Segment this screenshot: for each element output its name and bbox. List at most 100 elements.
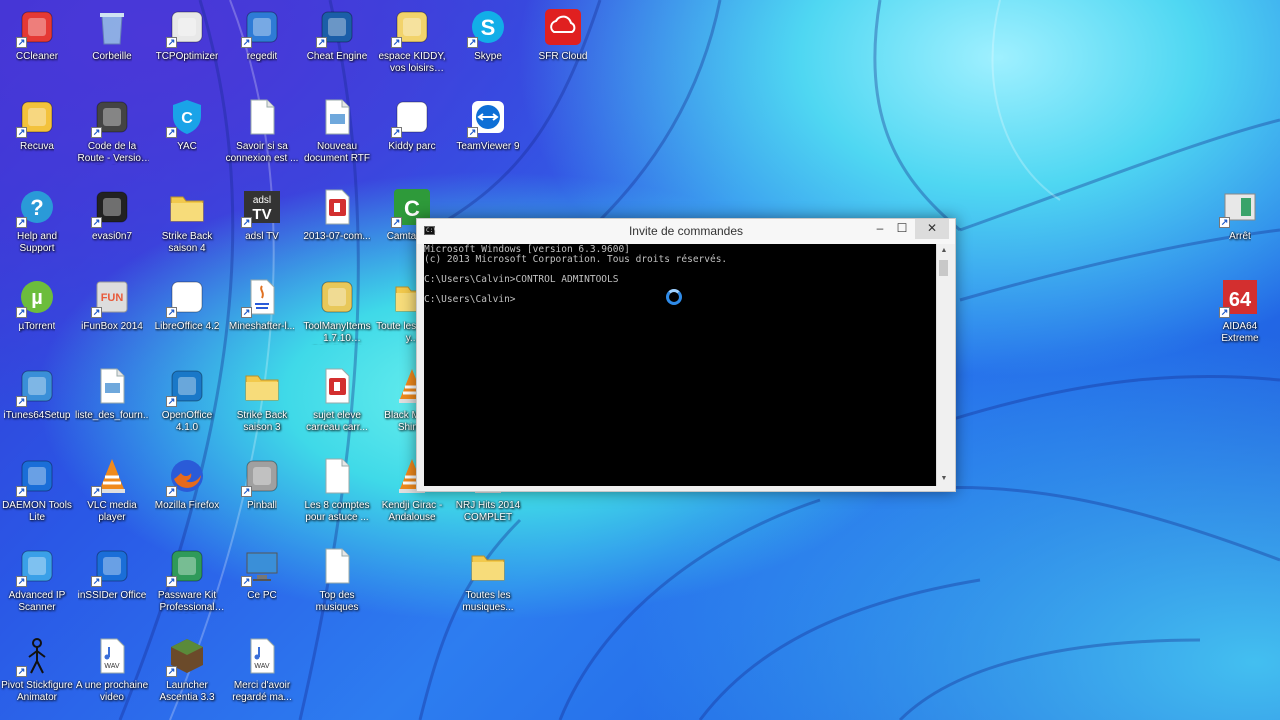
vlc-icon: ↗ (91, 455, 133, 497)
desktop-icon-label: Corbeille (92, 51, 132, 62)
desktop-icon[interactable]: ↗ Advanced IP Scanner (0, 539, 74, 625)
desktop-icon[interactable]: Strike Back saison 4 (150, 180, 224, 266)
desktop-icon[interactable]: ↗ DAEMON Tools Lite (0, 449, 74, 535)
scroll-up-button[interactable]: ▲ (937, 244, 951, 258)
desktop-icon-label: Pinball (246, 500, 278, 511)
desktop-icon[interactable]: Les 8 comptes pour astuce ... (300, 449, 374, 535)
command-prompt-window[interactable]: C:\ Invite de commandes – ☐ ✕ Microsoft … (416, 218, 956, 492)
desktop-icon[interactable]: ↗ regedit (225, 0, 299, 86)
desktop-icon-label: Code de la Route - Version Evalu... (77, 141, 147, 164)
desktop-icon-label: iTunes64Setup (3, 410, 71, 421)
desktop-icon[interactable]: ↗ Code de la Route - Version Evalu... (75, 90, 149, 176)
desktop-icon[interactable]: µ ↗ µTorrent (0, 270, 74, 356)
desktop-icon[interactable]: ↗ OpenOffice 4.1.0 (150, 359, 224, 445)
desktop-icon[interactable]: C ↗ YAC (150, 90, 224, 176)
desktop-icon[interactable]: WAV A une prochaine video (75, 629, 149, 715)
shortcut-arrow-icon: ↗ (467, 37, 478, 48)
desktop-icon[interactable]: ↗ Mozilla Firefox (150, 449, 224, 535)
desktop-icon[interactable]: ↗ Mineshafter-l... (225, 270, 299, 356)
desktop-icon[interactable]: sujet eleve carreau carr... (300, 359, 374, 445)
passware-icon: ↗ (166, 545, 208, 587)
desktop-icon[interactable]: ↗ LibreOffice 4.2 (150, 270, 224, 356)
desktop-icon[interactable]: ↗ VLC media player (75, 449, 149, 535)
desktop-icon[interactable]: FUN ↗ iFunBox 2014 (75, 270, 149, 356)
shortcut-arrow-icon: ↗ (91, 307, 102, 318)
svg-text:WAV: WAV (254, 663, 269, 670)
desktop-icon[interactable]: ↗ CCleaner (0, 0, 74, 86)
desktop-icon[interactable]: Corbeille (75, 0, 149, 86)
desktop-icon[interactable]: ↗ evasi0n7 (75, 180, 149, 266)
desktop-icon[interactable]: Toutes les musiques... (451, 539, 525, 625)
itunes-setup-icon: ↗ (16, 365, 58, 407)
desktop-icon[interactable]: ? ↗ Help and Support (0, 180, 74, 266)
desktop-icon[interactable]: ↗ Pivot Stickfigure Animator (0, 629, 74, 715)
desktop-icon-label: VLC media player (87, 500, 137, 523)
desktop-icon-label: Arrêt (1229, 231, 1251, 242)
desktop-icon[interactable]: ↗ Cheat Engine (300, 0, 374, 86)
desktop-icon[interactable]: ↗ Pinball (225, 449, 299, 535)
desktop-icon-label: Savoir si sa connexion est ... (225, 141, 299, 164)
desktop-icon-label: ToolManyItems 1.7.10 B3NJIdu14 (303, 321, 371, 344)
wav-file-icon: WAV (241, 635, 283, 677)
desktop-icon[interactable]: Savoir si sa connexion est ... (225, 90, 299, 176)
desktop-icon-label: Recuva (20, 141, 54, 152)
desktop-icon[interactable]: adsl TV ↗ adsl TV (225, 180, 299, 266)
desktop-icon[interactable]: ↗ Passware Kit Professional 12.5 (150, 539, 224, 625)
desktop-icon[interactable]: S ↗ Skype (451, 0, 525, 86)
desktop-icon-label: Advanced IP Scanner (8, 590, 66, 613)
desktop-icon[interactable]: ↗ Recuva (0, 90, 74, 176)
desktop-icon-label: Strike Back saison 4 (161, 231, 213, 254)
shortcut-arrow-icon: ↗ (16, 127, 27, 138)
desktop-icon-label: liste_des_fourn... (75, 410, 149, 421)
firefox-icon: ↗ (166, 455, 208, 497)
scroll-down-button[interactable]: ▼ (937, 472, 951, 486)
desktop-icon[interactable]: liste_des_fourn... (75, 359, 149, 445)
desktop-icon[interactable]: Nouveau document RTF (300, 90, 374, 176)
desktop-icon[interactable]: ↗ Kiddy parc (375, 90, 449, 176)
desktop-icon-label: LibreOffice 4.2 (154, 321, 220, 332)
vertical-scrollbar[interactable]: ▲ ▼ (936, 244, 950, 486)
desktop-icon-label: Ce PC (247, 590, 277, 601)
folder-icon (241, 365, 283, 407)
desktop-icon-label: Nouveau document RTF (304, 141, 370, 164)
desktop-icon[interactable]: 64 ↗ AIDA64 Extreme (1203, 270, 1277, 356)
computer-icon: ↗ (241, 545, 283, 587)
desktop-icon-label: YAC (177, 141, 197, 152)
desktop-icon-label: regedit (246, 51, 278, 62)
scrollbar-thumb[interactable] (939, 260, 948, 276)
desktop-icon-label: AIDA64 Extreme (1221, 321, 1259, 344)
desktop-icon[interactable]: SFR Cloud (526, 0, 600, 86)
desktop-icon[interactable]: ↗ TCPOptimizer (150, 0, 224, 86)
desktop-icon[interactable]: Top des musiques (300, 539, 374, 625)
console-output[interactable]: Microsoft Windows [version 6.3.9600] (c) … (424, 244, 936, 486)
desktop-icon[interactable]: 2013-07-com... (300, 180, 374, 266)
close-button[interactable]: ✕ (915, 219, 949, 239)
desktop-icon-label: iFunBox 2014 (81, 321, 143, 332)
shutdown-icon: ↗ (1219, 186, 1261, 228)
minimize-button[interactable]: – (869, 219, 891, 239)
kiddy-icon: ↗ (391, 6, 433, 48)
desktop-icon-label: sujet eleve carreau carr... (306, 410, 368, 433)
desktop-icon[interactable]: ToolManyItems 1.7.10 B3NJIdu14 (300, 270, 374, 356)
desktop-icon[interactable]: ↗ Arrêt (1203, 180, 1277, 266)
desktop-icon[interactable]: WAV Merci d'avoir regardé ma... (225, 629, 299, 715)
desktop-icon[interactable]: ↗ Ce PC (225, 539, 299, 625)
desktop-icon[interactable]: ↗ inSSIDer Office (75, 539, 149, 625)
svg-text:S: S (481, 15, 496, 40)
ifunbox-icon: FUN ↗ (91, 276, 133, 318)
desktop-icon-label: Passware Kit Professional 12.5 (157, 590, 217, 613)
desktop-icon[interactable]: Strike Back saison 3 (225, 359, 299, 445)
ccleaner-icon: ↗ (16, 6, 58, 48)
window-titlebar[interactable]: C:\ Invite de commandes – ☐ ✕ (417, 219, 955, 244)
desktop-icon-label: inSSIDer Office (77, 590, 147, 601)
shortcut-arrow-icon: ↗ (91, 486, 102, 497)
desktop-icon-label: Pivot Stickfigure Animator (1, 680, 73, 703)
desktop-icon[interactable]: ↗ iTunes64Setup (0, 359, 74, 445)
maximize-button[interactable]: ☐ (891, 219, 913, 239)
document-icon (316, 455, 358, 497)
desktop-icon[interactable]: ↗ Launcher Ascentia 3.3 (150, 629, 224, 715)
folder-icon (166, 186, 208, 228)
shortcut-arrow-icon: ↗ (166, 666, 177, 677)
desktop-icon[interactable]: ↗ TeamViewer 9 (451, 90, 525, 176)
desktop-icon[interactable]: ↗ espace KIDDY, vos loisirs pour... (375, 0, 449, 86)
